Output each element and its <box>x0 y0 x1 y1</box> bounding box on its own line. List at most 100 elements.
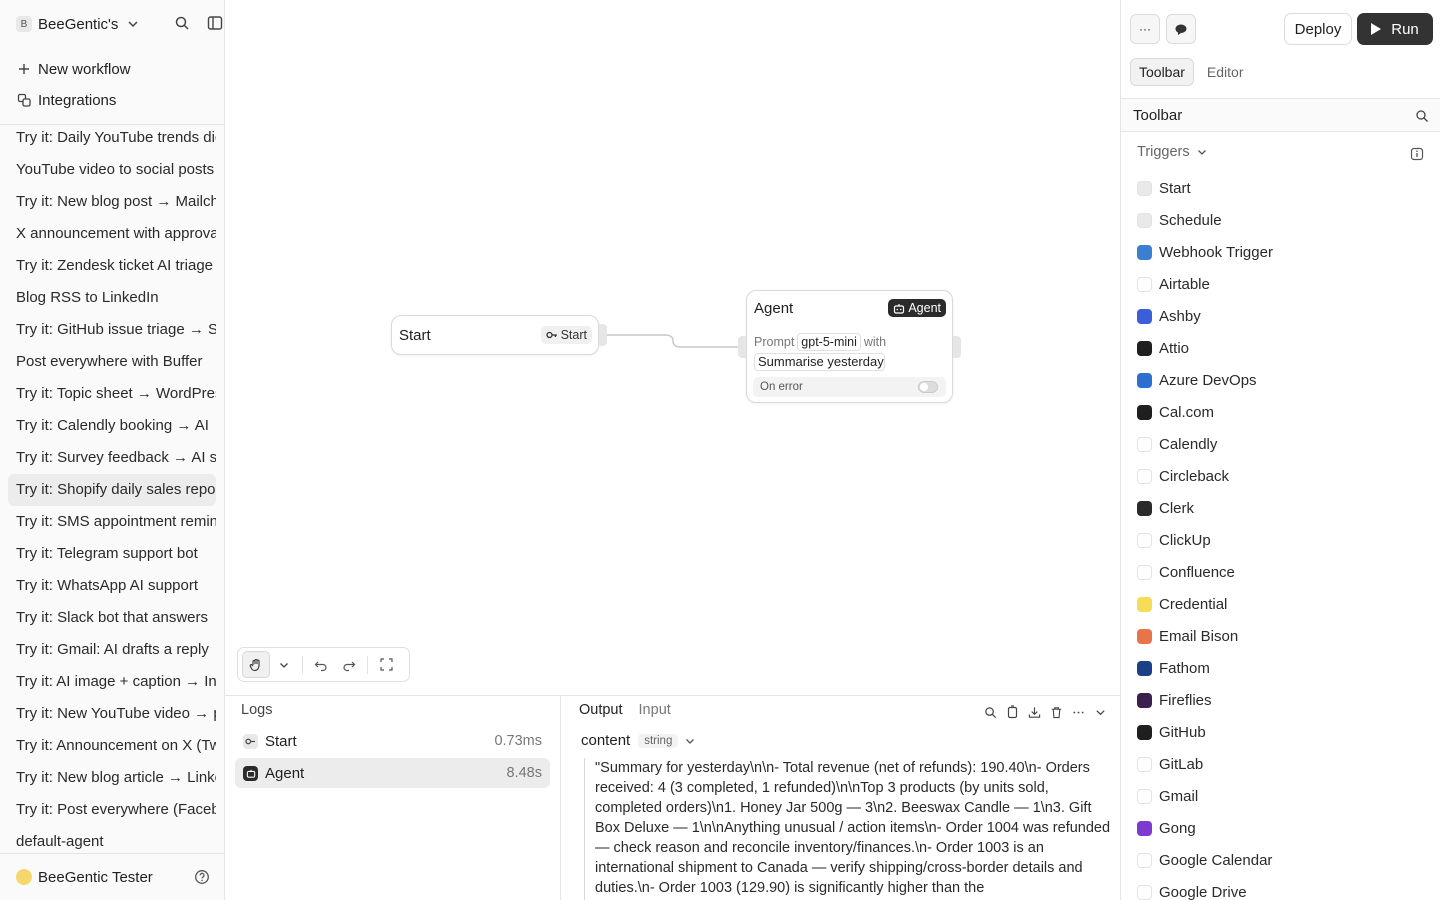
trigger-item[interactable]: Ashby <box>1137 300 1427 332</box>
search-icon[interactable] <box>982 704 998 720</box>
agent-node-tag-label: Agent <box>908 301 941 315</box>
user-menu[interactable]: BeeGentic Tester <box>16 866 210 888</box>
trigger-item[interactable]: Google Drive <box>1137 876 1427 900</box>
trigger-item[interactable]: Email Bison <box>1137 620 1427 652</box>
trash-icon[interactable] <box>1048 704 1064 720</box>
trigger-item[interactable]: Circleback <box>1137 460 1427 492</box>
deploy-button[interactable]: Deploy <box>1284 13 1352 45</box>
undo-button[interactable] <box>307 651 335 678</box>
sidebar-item-workflow[interactable]: Try it: New blog post → Mailchimp <box>8 186 216 218</box>
sidebar-item-workflow[interactable]: Try it: Post everywhere (Facebook) <box>8 794 216 826</box>
trigger-item[interactable]: Airtable <box>1137 268 1427 300</box>
chevron-down-icon <box>686 738 695 744</box>
edge-start-agent[interactable] <box>225 0 1120 695</box>
trigger-item[interactable]: Gmail <box>1137 780 1427 812</box>
trigger-item[interactable]: Attio <box>1137 332 1427 364</box>
log-duration: 0.73ms <box>494 733 542 749</box>
github-icon <box>1137 724 1152 740</box>
trigger-item[interactable]: ClickUp <box>1137 524 1427 556</box>
trigger-label: Fireflies <box>1159 691 1212 709</box>
agent-node[interactable]: Agent Agent Prompt gpt-5-mini with Summa… <box>738 290 961 403</box>
model-chip[interactable]: gpt-5-mini <box>797 333 861 351</box>
trigger-item[interactable]: GitHub <box>1137 716 1427 748</box>
search-icon[interactable] <box>174 15 190 31</box>
input-handle[interactable] <box>738 336 746 358</box>
log-row-agent[interactable]: Agent 8.48s <box>235 758 550 788</box>
prompt-preview[interactable]: Summarise yesterday <box>754 353 885 374</box>
trigger-item[interactable]: Webhook Trigger <box>1137 236 1427 268</box>
trigger-item[interactable]: Fathom <box>1137 652 1427 684</box>
trigger-item[interactable]: Google Calendar <box>1137 844 1427 876</box>
tab-input[interactable]: Input <box>639 702 671 718</box>
trigger-label: Airtable <box>1159 275 1210 293</box>
copy-icon[interactable] <box>1004 704 1020 720</box>
sidebar-item-workflow[interactable]: Try it: Survey feedback → AI summary <box>8 442 216 474</box>
sidebar-item-workflow[interactable]: Try it: New blog article → LinkedIn <box>8 762 216 794</box>
workspace-switcher[interactable]: B BeeGentic's <box>16 13 223 35</box>
sidebar-item-workflow[interactable]: Try it: Calendly booking → AI <box>8 410 216 442</box>
sidebar-item-workflow[interactable]: Try it: Zendesk ticket AI triage <box>8 250 216 282</box>
sidebar-item-workflow[interactable]: Try it: Announcement on X (Twitter) <box>8 730 216 762</box>
start-node-tag: Start <box>540 326 592 344</box>
help-icon[interactable] <box>194 869 210 885</box>
triggers-section-toggle[interactable]: Triggers <box>1137 144 1208 160</box>
sidebar-item-workflow[interactable]: Try it: GitHub issue triage → Slack <box>8 314 216 346</box>
chat-button[interactable] <box>1166 14 1196 44</box>
output-field-row[interactable]: content string <box>581 732 696 749</box>
chevron-down-icon[interactable] <box>126 17 140 31</box>
sidebar-item-workflow[interactable]: Try it: Topic sheet → WordPress <box>8 378 216 410</box>
redo-icon <box>343 661 356 671</box>
trigger-item[interactable]: Azure DevOps <box>1137 364 1427 396</box>
sidebar-item-workflow[interactable]: Try it: Slack bot that answers <box>8 602 216 634</box>
output-handle[interactable] <box>599 324 607 346</box>
tab-output[interactable]: Output <box>579 702 623 718</box>
sidebar-item-workflow[interactable]: Blog RSS to LinkedIn <box>8 282 216 314</box>
trigger-item[interactable]: GitLab <box>1137 748 1427 780</box>
more-options-button[interactable]: ··· <box>1130 14 1160 44</box>
trigger-item[interactable]: Confluence <box>1137 556 1427 588</box>
sidebar-item-workflow[interactable]: Try it: SMS appointment reminders <box>8 506 216 538</box>
cal-com-icon <box>1137 404 1152 420</box>
tab-toolbar[interactable]: Toolbar <box>1130 58 1194 86</box>
sidebar-item-workflow[interactable]: YouTube video to social posts <box>8 154 216 186</box>
tab-editor[interactable]: Editor <box>1198 58 1253 86</box>
chevron-down-icon[interactable] <box>1092 704 1108 720</box>
new-workflow-button[interactable]: New workflow <box>16 58 131 80</box>
on-error-toggle[interactable] <box>918 381 938 393</box>
sidebar-item-workflow[interactable]: Try it: AI image + caption → Instagram <box>8 666 216 698</box>
workflow-canvas[interactable]: Start Start Agent Agent Prompt gpt-5-min… <box>225 0 1120 695</box>
redo-button[interactable] <box>335 651 363 678</box>
trigger-item[interactable]: Credential <box>1137 588 1427 620</box>
sidebar-item-workflow[interactable]: Try it: Gmail: AI drafts a reply <box>8 634 216 666</box>
search-icon[interactable] <box>1415 109 1429 123</box>
pan-tool-button[interactable] <box>242 651 270 678</box>
toolbar-title: Toolbar <box>1133 107 1183 124</box>
sidebar-item-workflow[interactable]: Post everywhere with Buffer <box>8 346 216 378</box>
trigger-item[interactable]: Schedule <box>1137 204 1427 236</box>
fit-view-button[interactable] <box>372 651 400 678</box>
info-icon[interactable] <box>1410 147 1424 161</box>
run-button[interactable]: Run <box>1357 13 1433 45</box>
start-node[interactable]: Start Start <box>391 315 607 355</box>
sidebar-item-workflow[interactable]: X announcement with approval <box>8 218 216 250</box>
download-icon[interactable] <box>1026 704 1042 720</box>
more-icon[interactable] <box>1070 704 1086 720</box>
trigger-item[interactable]: Start <box>1137 172 1427 204</box>
trigger-item[interactable]: Clerk <box>1137 492 1427 524</box>
log-row-start[interactable]: Start 0.73ms <box>235 726 550 756</box>
integrations-button[interactable]: Integrations <box>16 89 116 111</box>
sidebar-item-workflow[interactable]: Try it: WhatsApp AI support <box>8 570 216 602</box>
toggle-sidebar-icon[interactable] <box>207 15 223 31</box>
sidebar-item-workflow[interactable]: Try it: Shopify daily sales report <box>8 474 216 506</box>
trigger-item[interactable]: Gong <box>1137 812 1427 844</box>
trigger-item[interactable]: Calendly <box>1137 428 1427 460</box>
sidebar-item-workflow[interactable]: Try it: Daily YouTube trends digest <box>8 122 216 154</box>
on-error-row: On error <box>753 377 946 397</box>
start-node-tag-label: Start <box>560 328 587 342</box>
sidebar-item-workflow[interactable]: Try it: Telegram support bot <box>8 538 216 570</box>
trigger-item[interactable]: Fireflies <box>1137 684 1427 716</box>
tool-dropdown-button[interactable] <box>270 651 298 678</box>
trigger-item[interactable]: Cal.com <box>1137 396 1427 428</box>
sidebar-item-workflow[interactable]: Try it: New YouTube video → post <box>8 698 216 730</box>
output-handle[interactable] <box>953 336 961 358</box>
